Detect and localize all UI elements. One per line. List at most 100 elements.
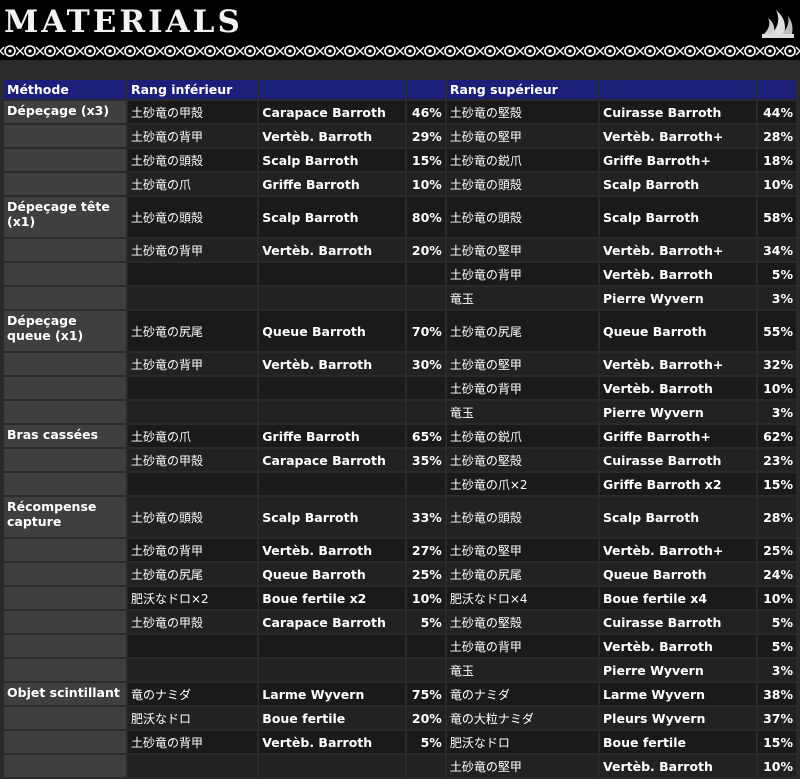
table-cell-low-fr: Carapace Barroth (259, 449, 406, 471)
table-cell-low-jp (128, 377, 258, 399)
table-cell-low-fr: Carapace Barroth (259, 611, 406, 633)
table-cell-method (4, 473, 126, 495)
table-cell-method (4, 635, 126, 657)
header-low-pct (407, 80, 445, 99)
table-cell-high-jp: 土砂竜の堅甲 (446, 353, 599, 375)
table-cell-high-jp: 土砂竜の頭殻 (446, 497, 599, 537)
table-cell-high-pct: 18% (758, 149, 796, 171)
table-cell-low-pct: 33% (407, 497, 445, 537)
table-cell-high-fr: Vertèb. Barroth+ (600, 539, 757, 561)
table-cell-low-pct: 10% (407, 587, 445, 609)
table-cell-low-pct: 20% (407, 239, 445, 261)
table-cell-high-jp: 土砂竜の尻尾 (446, 563, 599, 585)
table-cell-low-fr: Vertèb. Barroth (259, 731, 406, 753)
table-cell-high-pct: 5% (758, 611, 796, 633)
table-cell-high-fr: Griffe Barroth+ (600, 149, 757, 171)
table-row: Dépeçage (x3) 土砂竜の甲殻 Carapace Barroth 46% 土砂… (4, 101, 796, 123)
table-cell-high-fr: Vertèb. Barroth (600, 635, 757, 657)
table-cell-high-fr: Scalp Barroth (600, 197, 757, 237)
table-cell-low-fr: Boue fertile x2 (259, 587, 406, 609)
table-cell-high-fr: Vertèb. Barroth+ (600, 353, 757, 375)
table-cell-low-jp: 土砂竜の頭殻 (128, 197, 258, 237)
table-cell-high-jp: 土砂竜の背甲 (446, 263, 599, 285)
table-row: 肥沃なドロ Boue fertile 20% 竜の大粒ナミダ Pleurs Wyvern… (4, 707, 796, 729)
table-row: 竜玉 Pierre Wyvern 3% (4, 287, 796, 309)
table-cell-high-jp: 肥沃なドロ (446, 731, 599, 753)
table-cell-low-fr (259, 263, 406, 285)
wave-icon (762, 10, 794, 38)
table-cell-high-pct: 10% (758, 755, 796, 777)
table-cell-low-jp: 竜のナミダ (128, 683, 258, 705)
table-cell-high-fr: Vertèb. Barroth+ (600, 239, 757, 261)
table-cell-high-fr: Boue fertile x4 (600, 587, 757, 609)
table-cell-method (4, 401, 126, 423)
table-cell-high-pct: 5% (758, 263, 796, 285)
table-cell-low-fr: Vertèb. Barroth (259, 353, 406, 375)
table-row: Dépeçage queue (x1) 土砂竜の尻尾 Queue Barroth 70… (4, 311, 796, 351)
table-cell-high-pct: 38% (758, 683, 796, 705)
table-row: 土砂竜の尻尾 Queue Barroth 25% 土砂竜の尻尾 Queue Barrot… (4, 563, 796, 585)
table-cell-high-pct: 55% (758, 311, 796, 351)
table-cell-high-pct: 3% (758, 659, 796, 681)
table-cell-high-fr: Pierre Wyvern (600, 287, 757, 309)
table-cell-low-jp: 土砂竜の背甲 (128, 539, 258, 561)
table-cell-high-pct: 3% (758, 287, 796, 309)
table-cell-high-pct: 10% (758, 377, 796, 399)
table-cell-high-jp: 土砂竜の爪×2 (446, 473, 599, 495)
table-cell-low-fr: Queue Barroth (259, 563, 406, 585)
table-cell-method (4, 611, 126, 633)
table-cell-low-fr (259, 473, 406, 495)
table-cell-low-fr: Queue Barroth (259, 311, 406, 351)
table-cell-low-pct: 15% (407, 149, 445, 171)
table-cell-high-fr: Queue Barroth (600, 563, 757, 585)
table-cell-low-jp (128, 755, 258, 777)
table-cell-low-pct: 30% (407, 353, 445, 375)
table-cell-low-pct: 20% (407, 707, 445, 729)
materials-table: Méthode Rang inférieur Rang supérieur Dé… (2, 78, 798, 779)
table-cell-low-fr (259, 377, 406, 399)
header-high-rank: Rang supérieur (446, 80, 599, 99)
table-row: 土砂竜の爪×2 Griffe Barroth x2 15% (4, 473, 796, 495)
table-cell-high-pct: 5% (758, 635, 796, 657)
table-cell-method (4, 563, 126, 585)
table-cell-high-fr: Queue Barroth (600, 311, 757, 351)
table-cell-high-pct: 58% (758, 197, 796, 237)
table-cell-low-pct: 10% (407, 173, 445, 195)
table-cell-low-pct (407, 287, 445, 309)
table-cell-low-pct: 75% (407, 683, 445, 705)
table-cell-high-fr: Cuirasse Barroth (600, 449, 757, 471)
table-cell-high-jp: 土砂竜の堅殻 (446, 611, 599, 633)
table-cell-method (4, 173, 126, 195)
page-header: MATERIALS (0, 0, 800, 60)
table-cell-low-jp: 肥沃なドロ (128, 707, 258, 729)
table-row: 土砂竜の爪 Griffe Barroth 10% 土砂竜の頭殻 Scalp Barrot… (4, 173, 796, 195)
table-cell-low-fr: Vertèb. Barroth (259, 539, 406, 561)
table-cell-method: Dépeçage (x3) (4, 101, 126, 123)
table-cell-high-jp: 土砂竜の頭殻 (446, 173, 599, 195)
table-cell-low-fr: Boue fertile (259, 707, 406, 729)
table-cell-low-jp: 土砂竜の甲殻 (128, 101, 258, 123)
table-cell-low-jp: 土砂竜の爪 (128, 425, 258, 447)
table-cell-high-pct: 34% (758, 239, 796, 261)
table-cell-low-fr (259, 755, 406, 777)
table-cell-high-jp: 竜玉 (446, 287, 599, 309)
table-cell-high-pct: 24% (758, 563, 796, 585)
ornamental-border (0, 44, 800, 58)
table-row: 土砂竜の甲殻 Carapace Barroth 35% 土砂竜の堅殻 Cuirasse … (4, 449, 796, 471)
table-cell-low-fr (259, 287, 406, 309)
table-cell-high-fr: Vertèb. Barroth (600, 377, 757, 399)
table-cell-low-jp (128, 659, 258, 681)
table-row: 土砂竜の背甲 Vertèb. Barroth 10% (4, 377, 796, 399)
table-cell-high-pct: 32% (758, 353, 796, 375)
page-title: MATERIALS (4, 4, 243, 40)
table-cell-method: Bras cassées (4, 425, 126, 447)
table-cell-high-jp: 土砂竜の背甲 (446, 377, 599, 399)
table-cell-high-pct: 37% (758, 707, 796, 729)
table-cell-method (4, 539, 126, 561)
table-row: 土砂竜の背甲 Vertèb. Barroth 5% (4, 263, 796, 285)
table-cell-method (4, 263, 126, 285)
table-cell-high-jp: 土砂竜の尻尾 (446, 311, 599, 351)
table-cell-low-jp: 土砂竜の背甲 (128, 353, 258, 375)
table-cell-low-pct: 5% (407, 731, 445, 753)
table-cell-low-pct (407, 263, 445, 285)
